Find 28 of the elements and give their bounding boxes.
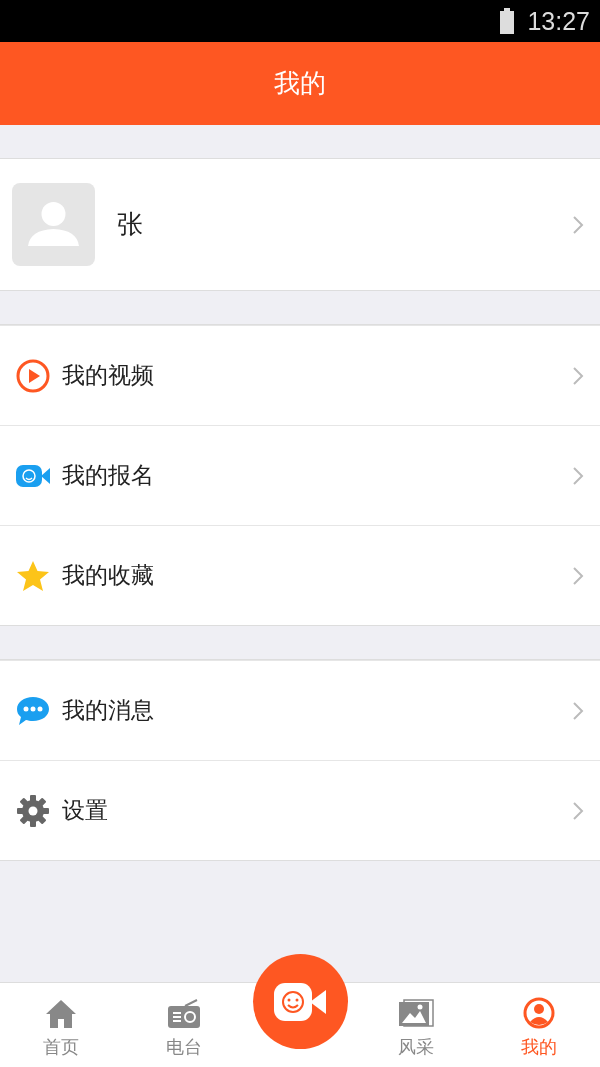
chevron-right-icon xyxy=(572,365,584,386)
menu-item[interactable]: 设置 xyxy=(0,760,600,860)
chevron-right-icon xyxy=(572,214,584,235)
menu-item[interactable]: 我的视频 xyxy=(0,325,600,425)
user-icon xyxy=(522,997,555,1029)
tab[interactable]: 风采 xyxy=(355,983,478,1067)
menu-item[interactable]: 我的收藏 xyxy=(0,525,600,625)
chevron-right-icon xyxy=(572,465,584,486)
star-icon xyxy=(16,559,50,592)
menu-item[interactable]: 我的消息 xyxy=(0,660,600,760)
video-camera-icon xyxy=(274,982,326,1021)
chat-bubble-icon xyxy=(16,695,50,726)
status-time: 13:27 xyxy=(527,6,590,36)
tab[interactable]: 首页 xyxy=(0,983,123,1067)
menu-item[interactable]: 我的报名 xyxy=(0,425,600,525)
play-icon xyxy=(16,358,50,393)
user-name: 张 xyxy=(117,208,144,241)
battery-icon xyxy=(499,8,516,34)
page-title: 我的 xyxy=(274,67,326,100)
radio-icon xyxy=(166,999,201,1029)
video-camera-icon xyxy=(16,462,50,489)
home-icon xyxy=(45,999,78,1029)
chevron-right-icon xyxy=(572,700,584,721)
chevron-right-icon xyxy=(572,800,584,821)
settings-icon xyxy=(16,793,50,828)
pictures-icon xyxy=(398,999,435,1029)
tab[interactable]: 电台 xyxy=(122,983,245,1067)
chevron-right-icon xyxy=(572,565,584,586)
